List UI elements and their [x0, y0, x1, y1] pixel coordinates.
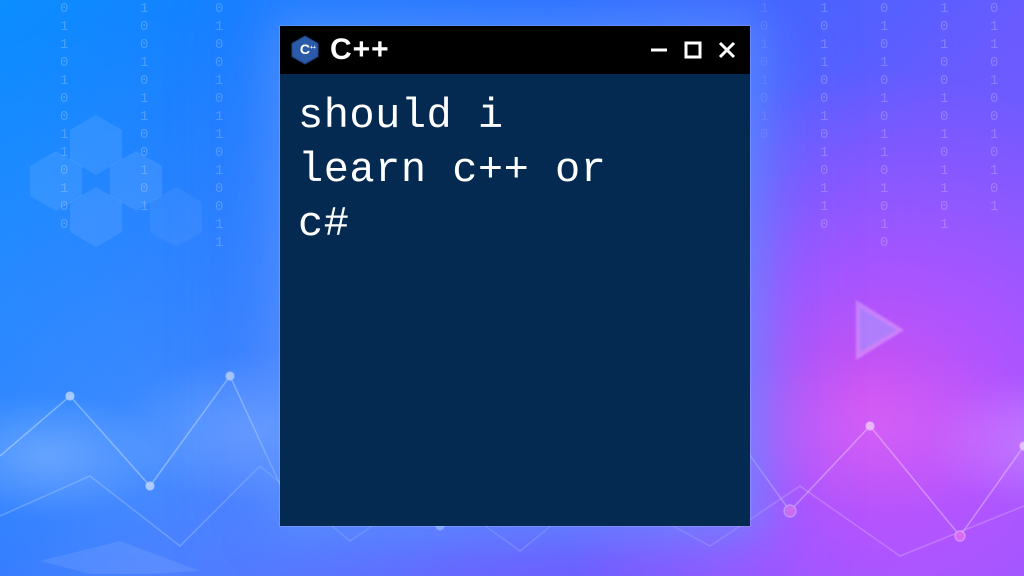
- window-title: C++: [330, 33, 390, 67]
- svg-text:+: +: [313, 45, 316, 51]
- minimize-button[interactable]: [648, 39, 670, 61]
- cpp-logo-icon: C + +: [290, 35, 320, 65]
- svg-text:C: C: [300, 41, 310, 57]
- maximize-button[interactable]: [682, 39, 704, 61]
- bg-binary-col: 1 0 1 0 1 0 1 0: [760, 0, 770, 144]
- bg-binary-col: 1 0 1 0 0 1 0 1 0 1 1 0 1: [940, 0, 950, 234]
- bg-binary-col: 0 1 0 1 0 1 0 1 1 0 1 0 1 0: [880, 0, 890, 252]
- close-button[interactable]: [716, 39, 738, 61]
- bg-play-triangle-inner: [860, 308, 896, 352]
- terminal-window: C + + C++ s: [280, 26, 750, 526]
- terminal-body[interactable]: should i learn c++ or c#: [280, 74, 750, 526]
- bg-binary-col: 1 0 1 1 0 0 1 0 1 0 1 1 0: [820, 0, 830, 234]
- bg-binary-col: 0 1 1 0 1 0 0 1 0 1 0 1: [990, 0, 1000, 216]
- bg-binary-col: 0 1 0 0 1 0 1 1 0 1 0 0 1 1: [215, 0, 225, 252]
- titlebar[interactable]: C + + C++: [280, 26, 750, 74]
